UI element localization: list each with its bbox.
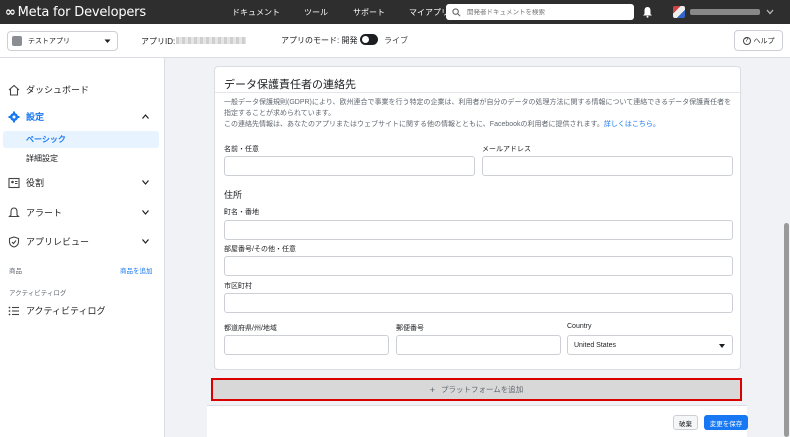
- chevron-down-icon[interactable]: [142, 210, 149, 215]
- nav-tools[interactable]: ツール: [304, 7, 328, 18]
- apt-input[interactable]: [224, 256, 733, 276]
- shield-check-icon: [8, 235, 20, 248]
- chevron-down-icon: [104, 39, 111, 43]
- nav-docs[interactable]: ドキュメント: [232, 7, 280, 18]
- sidebar-item-dashboard[interactable]: ダッシュボード: [8, 83, 89, 96]
- add-platform-button[interactable]: + プラットフォームを追加: [211, 378, 742, 401]
- scrollbar[interactable]: [783, 58, 790, 437]
- zip-label: 郵便番号: [396, 325, 424, 332]
- app-mode-live-label: ライブ: [384, 36, 408, 45]
- card-description: 一般データ保護規則(GDPR)により、欧州連合で事業を行う特定の企業は、利用者が…: [224, 97, 734, 130]
- country-label: Country: [567, 323, 592, 330]
- email-label: メールアドレス: [482, 146, 531, 153]
- app-id-label: アプリID:: [141, 37, 176, 46]
- state-input[interactable]: [224, 335, 389, 355]
- sidebar-item-label: アクティビティログ: [26, 306, 106, 316]
- sidebar-item-activity-log[interactable]: アクティビティログ: [8, 304, 105, 317]
- plus-icon: +: [429, 384, 435, 395]
- email-input[interactable]: [482, 156, 733, 176]
- country-select[interactable]: United States: [567, 335, 733, 355]
- search-box[interactable]: [446, 4, 634, 20]
- nav-my-apps[interactable]: マイアプリ: [409, 7, 449, 18]
- avatar[interactable]: [673, 6, 685, 18]
- zip-input[interactable]: [396, 335, 561, 355]
- chevron-down-icon[interactable]: [142, 239, 149, 244]
- bell-icon: [8, 206, 20, 217]
- notification-bell-icon[interactable]: [642, 6, 653, 18]
- chevron-down-icon[interactable]: [142, 180, 149, 185]
- apt-label: 部屋番号/その他・任意: [224, 246, 296, 253]
- sidebar-item-settings[interactable]: 設定: [8, 110, 44, 123]
- city-input[interactable]: [224, 293, 733, 313]
- state-label: 都道府県/州/地域: [224, 325, 277, 332]
- help-icon: ?: [742, 36, 751, 45]
- save-button[interactable]: 変更を保存: [704, 415, 748, 430]
- add-product-link[interactable]: 商品を追加: [120, 265, 153, 275]
- activity-section-label: アクティビティログ: [9, 290, 67, 297]
- id-card-icon: [8, 177, 20, 188]
- nav-support[interactable]: サポート: [353, 7, 385, 18]
- scrollbar-thumb[interactable]: [784, 223, 789, 437]
- sidebar-item-basic[interactable]: ベーシック: [3, 131, 159, 148]
- description-line-2: この連絡先情報は、あなたのアプリまたはウェブサイトに関する他の情報とともに、Fa…: [224, 119, 734, 130]
- sidebar-item-label: 設定: [26, 112, 45, 122]
- app-mode-toggle[interactable]: [360, 34, 378, 45]
- learn-more-link[interactable]: 詳しくはこちら。: [604, 121, 660, 128]
- app-selector[interactable]: テストアプリ: [7, 31, 118, 51]
- meta-logo[interactable]: ∞ Meta for Developers: [5, 5, 146, 20]
- gear-icon: [8, 111, 20, 122]
- sidebar-item-label: 役割: [26, 178, 45, 188]
- search-icon: [452, 7, 461, 16]
- help-button[interactable]: ? ヘルプ: [734, 30, 783, 51]
- chevron-down-icon[interactable]: [766, 9, 774, 15]
- discard-button[interactable]: 破棄: [673, 415, 698, 430]
- city-label: 市区町村: [224, 283, 252, 290]
- name-label: 名前・任意: [224, 146, 259, 153]
- app-icon: [12, 36, 22, 46]
- app-header-bar: テストアプリ アプリID: アプリのモード: 開発 ライブ: [0, 24, 790, 58]
- sidebar: ダッシュボード 設定 ベーシック 詳細設定 役割 アラート アプリレビュー 商品…: [0, 58, 165, 437]
- logo-text: Meta for Developers: [17, 4, 146, 20]
- app-mode-label: アプリのモード: 開発: [281, 36, 358, 45]
- top-nav: ドキュメント ツール サポート マイアプリ: [232, 0, 449, 24]
- divider: [215, 92, 742, 93]
- user-name-redacted[interactable]: [690, 9, 760, 15]
- sidebar-item-label: アラート: [26, 208, 63, 218]
- products-section-label: 商品: [9, 268, 22, 275]
- card-title: データ保護責任者の連絡先: [224, 79, 356, 91]
- add-platform-label: プラットフォームを追加: [440, 385, 524, 394]
- sidebar-item-label: ダッシュボード: [26, 85, 90, 95]
- app-name: テストアプリ: [28, 38, 70, 45]
- save-bar: 破棄 変更を保存: [207, 405, 748, 437]
- description-line-1: 一般データ保護規則(GDPR)により、欧州連合で事業を行う特定の企業は、利用者が…: [224, 99, 732, 117]
- meta-infinity-icon: ∞: [5, 4, 16, 20]
- dpo-contact-card: データ保護責任者の連絡先 一般データ保護規則(GDPR)により、欧州連合で事業を…: [214, 66, 742, 370]
- caret-down-icon: [719, 344, 725, 348]
- sidebar-item-alerts[interactable]: アラート: [8, 206, 62, 219]
- sidebar-item-roles[interactable]: 役割: [8, 176, 44, 189]
- street-label: 町名・番地: [224, 209, 259, 216]
- chevron-up-icon[interactable]: [142, 114, 149, 119]
- sidebar-item-advanced[interactable]: 詳細設定: [3, 150, 159, 167]
- search-input[interactable]: [467, 8, 627, 16]
- description-text: この連絡先情報は、あなたのアプリまたはウェブサイトに関する他の情報とともに、Fa…: [224, 121, 604, 128]
- list-icon: [8, 306, 19, 315]
- home-icon: [8, 84, 20, 96]
- street-input[interactable]: [224, 220, 733, 240]
- name-input[interactable]: [224, 156, 475, 176]
- app-id-value-redacted: [176, 37, 246, 44]
- address-section-title: 住所: [224, 190, 243, 200]
- sidebar-item-app-review[interactable]: アプリレビュー: [8, 235, 89, 248]
- top-navigation-bar: ∞ Meta for Developers ドキュメント ツール サポート マイ…: [0, 0, 790, 24]
- country-value: United States: [574, 341, 617, 349]
- help-label: ヘルプ: [753, 37, 775, 45]
- sidebar-item-label: アプリレビュー: [26, 237, 90, 247]
